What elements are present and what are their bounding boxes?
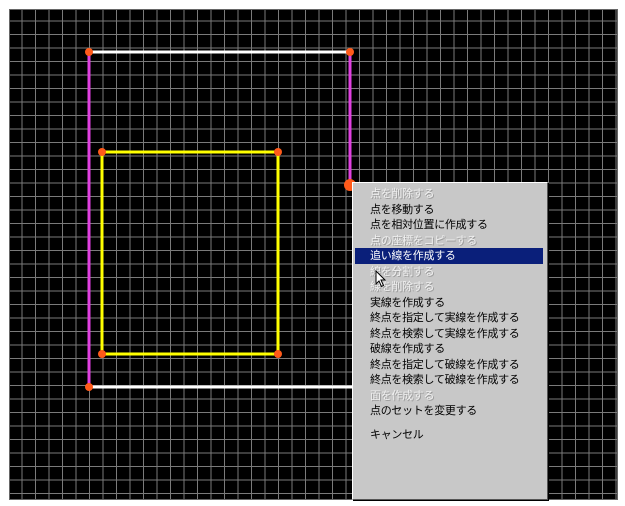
vertex-point[interactable] (346, 48, 354, 56)
inner-yellow-rectangle[interactable] (100, 150, 280, 356)
vertex-point[interactable] (274, 350, 282, 358)
menu-item-cancel[interactable]: キャンセル (353, 427, 547, 443)
menu-item-create-follow-line[interactable]: 追い線を作成する (355, 248, 543, 264)
menu-item-solid-line-search-end[interactable]: 終点を検索して実線を作成する (353, 326, 547, 342)
menu-item-solid-line-specify-end[interactable]: 終点を指定して実線を作成する (353, 310, 547, 326)
vertex-point[interactable] (85, 383, 93, 391)
vertex-point[interactable] (98, 350, 106, 358)
menu-item-change-point-set[interactable]: 点のセットを変更する (353, 403, 547, 419)
menu-item-move-point[interactable]: 点を移動する (353, 202, 547, 218)
menu-separator (353, 419, 547, 427)
menu-item-copy-coordinates[interactable]: 点の座標をコピーする (353, 233, 547, 249)
menu-item-create-face[interactable]: 面を作成する (353, 388, 547, 404)
mouse-cursor-icon (375, 270, 387, 288)
menu-item-create-relative-point[interactable]: 点を相対位置に作成する (353, 217, 547, 233)
menu-item-create-dashed-line[interactable]: 破線を作成する (353, 341, 547, 357)
vertex-point[interactable] (274, 148, 282, 156)
menu-item-delete-point[interactable]: 点を削除する (353, 186, 547, 202)
context-menu: 点を削除する 点を移動する 点を相対位置に作成する 点の座標をコピーする 追い線… (352, 182, 548, 500)
vertex-point[interactable] (98, 148, 106, 156)
menu-item-create-solid-line[interactable]: 実線を作成する (353, 295, 547, 311)
menu-item-dashed-line-specify-end[interactable]: 終点を指定して破線を作成する (353, 357, 547, 373)
vertex-point[interactable] (85, 48, 93, 56)
menu-item-dashed-line-search-end[interactable]: 終点を検索して破線を作成する (353, 372, 547, 388)
